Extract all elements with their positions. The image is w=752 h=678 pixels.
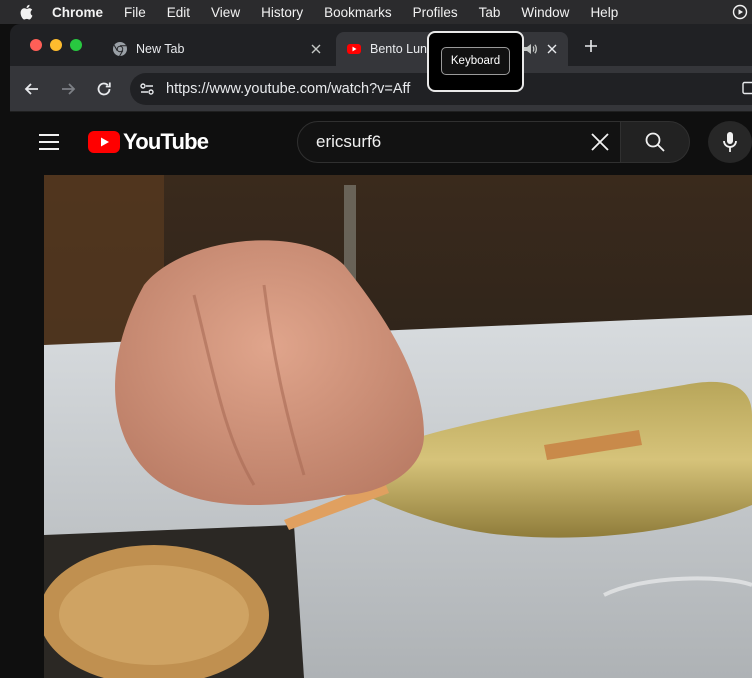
close-tab-icon[interactable] (308, 41, 324, 57)
browser-window: New Tab Bento Lunch https://www.youtube.… (10, 24, 752, 678)
youtube-icon (347, 44, 361, 54)
play-circle-status-icon[interactable] (732, 4, 748, 20)
tab-strip: New Tab Bento Lunch (10, 24, 752, 66)
close-window-button[interactable] (30, 39, 42, 51)
back-arrow-icon[interactable] (22, 79, 42, 99)
menu-window[interactable]: Window (521, 5, 569, 20)
youtube-play-logo-icon (88, 131, 120, 153)
apple-icon[interactable] (18, 3, 36, 21)
menu-tab[interactable]: Tab (479, 5, 501, 20)
close-tab-icon[interactable] (544, 41, 560, 57)
menu-profiles[interactable]: Profiles (413, 5, 458, 20)
search-input[interactable]: ericsurf6 (297, 121, 621, 163)
video-frame-image (44, 175, 752, 678)
side-panel-icon[interactable] (742, 81, 752, 95)
menu-bookmarks[interactable]: Bookmarks (324, 5, 392, 20)
chrome-icon (113, 42, 127, 57)
voice-search-button[interactable] (708, 121, 752, 163)
search-query: ericsurf6 (316, 132, 382, 151)
menu-edit[interactable]: Edit (167, 5, 190, 20)
keyboard-tooltip: Keyboard (441, 47, 510, 75)
tab-title: New Tab (136, 42, 185, 56)
youtube-logo[interactable]: YouTube (88, 129, 209, 155)
browser-toolbar: https://www.youtube.com/watch?v=Aff (10, 66, 752, 112)
keyboard-tooltip-highlight: Keyboard (427, 31, 524, 92)
clear-search-x-icon[interactable] (588, 130, 612, 154)
menu-file[interactable]: File (124, 5, 146, 20)
reload-icon[interactable] (94, 79, 114, 99)
forward-arrow-icon[interactable] (58, 79, 78, 99)
new-tab-plus-icon[interactable] (582, 37, 600, 55)
page-left-gutter (10, 175, 44, 678)
tab-new-tab[interactable]: New Tab (102, 32, 332, 66)
microphone-icon (723, 132, 737, 152)
search-icon (645, 132, 665, 152)
minimize-window-button[interactable] (50, 39, 62, 51)
url-text: https://www.youtube.com/watch?v=Aff (166, 81, 411, 97)
site-settings-tune-icon[interactable] (138, 80, 156, 98)
zoom-window-button[interactable] (70, 39, 82, 51)
menu-history[interactable]: History (261, 5, 303, 20)
menu-chrome[interactable]: Chrome (52, 5, 103, 20)
menu-view[interactable]: View (211, 5, 240, 20)
search-button[interactable] (620, 121, 690, 163)
youtube-wordmark: YouTube (123, 129, 209, 154)
video-player[interactable] (44, 175, 752, 678)
menu-help[interactable]: Help (590, 5, 618, 20)
macos-menubar: Chrome File Edit View History Bookmarks … (0, 0, 752, 24)
speaker-audio-icon[interactable] (522, 41, 538, 57)
menu-hamburger-icon[interactable] (38, 133, 60, 151)
